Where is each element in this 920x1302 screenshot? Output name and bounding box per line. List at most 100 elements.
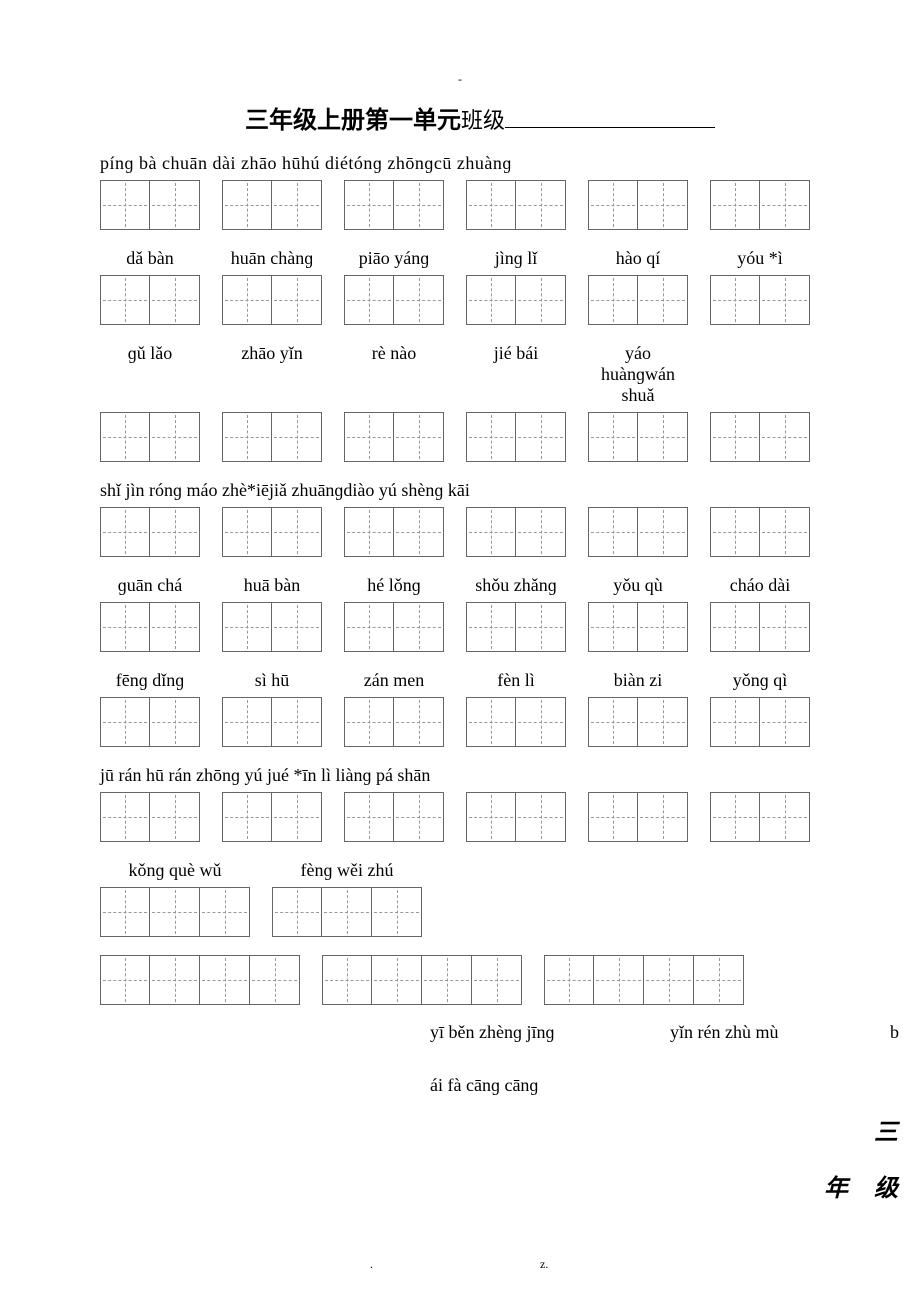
writing-cell[interactable]	[588, 412, 638, 462]
writing-cell[interactable]	[694, 955, 744, 1005]
writing-cell[interactable]	[200, 887, 250, 937]
writing-cell[interactable]	[588, 602, 638, 652]
writing-cell[interactable]	[372, 887, 422, 937]
writing-cell[interactable]	[588, 507, 638, 557]
writing-cell[interactable]	[394, 697, 444, 747]
writing-cell[interactable]	[372, 955, 422, 1005]
writing-cell[interactable]	[588, 792, 638, 842]
writing-cell[interactable]	[422, 955, 472, 1005]
writing-cell[interactable]	[394, 792, 444, 842]
writing-cell[interactable]	[222, 792, 272, 842]
writing-cell[interactable]	[150, 792, 200, 842]
writing-cell[interactable]	[710, 507, 760, 557]
writing-cell[interactable]	[516, 792, 566, 842]
writing-cell[interactable]	[544, 955, 594, 1005]
writing-cell[interactable]	[710, 275, 760, 325]
writing-cell[interactable]	[760, 180, 810, 230]
writing-cell[interactable]	[344, 602, 394, 652]
writing-cell[interactable]	[588, 275, 638, 325]
writing-cell[interactable]	[394, 275, 444, 325]
writing-cell[interactable]	[272, 507, 322, 557]
writing-cell[interactable]	[222, 697, 272, 747]
writing-cell[interactable]	[638, 180, 688, 230]
writing-cell[interactable]	[710, 792, 760, 842]
writing-cell[interactable]	[322, 955, 372, 1005]
writing-cell[interactable]	[272, 792, 322, 842]
writing-cell[interactable]	[760, 412, 810, 462]
writing-cell[interactable]	[516, 602, 566, 652]
writing-cell[interactable]	[100, 180, 150, 230]
title-underline[interactable]	[505, 127, 715, 128]
writing-cell[interactable]	[100, 792, 150, 842]
writing-cell[interactable]	[344, 697, 394, 747]
writing-cell[interactable]	[222, 275, 272, 325]
writing-cell[interactable]	[760, 792, 810, 842]
writing-cell[interactable]	[150, 602, 200, 652]
writing-cell[interactable]	[638, 792, 688, 842]
writing-cell[interactable]	[272, 412, 322, 462]
writing-cell[interactable]	[150, 275, 200, 325]
writing-cell[interactable]	[638, 275, 688, 325]
writing-cell[interactable]	[594, 955, 644, 1005]
writing-cell[interactable]	[150, 412, 200, 462]
writing-cell[interactable]	[272, 275, 322, 325]
writing-cell[interactable]	[150, 697, 200, 747]
writing-cell[interactable]	[222, 180, 272, 230]
writing-cell[interactable]	[760, 507, 810, 557]
writing-cell[interactable]	[638, 602, 688, 652]
writing-cell[interactable]	[466, 792, 516, 842]
writing-cell[interactable]	[394, 507, 444, 557]
writing-cell[interactable]	[466, 507, 516, 557]
writing-cell[interactable]	[344, 792, 394, 842]
writing-cell[interactable]	[344, 275, 394, 325]
writing-cell[interactable]	[100, 507, 150, 557]
writing-cell[interactable]	[466, 275, 516, 325]
writing-cell[interactable]	[466, 180, 516, 230]
writing-cell[interactable]	[588, 180, 638, 230]
writing-cell[interactable]	[516, 412, 566, 462]
writing-cell[interactable]	[250, 955, 300, 1005]
writing-cell[interactable]	[222, 412, 272, 462]
writing-cell[interactable]	[100, 955, 150, 1005]
writing-cell[interactable]	[760, 275, 810, 325]
writing-cell[interactable]	[760, 697, 810, 747]
writing-cell[interactable]	[272, 697, 322, 747]
writing-cell[interactable]	[466, 697, 516, 747]
writing-cell[interactable]	[466, 602, 516, 652]
writing-cell[interactable]	[638, 412, 688, 462]
writing-cell[interactable]	[150, 180, 200, 230]
writing-cell[interactable]	[710, 697, 760, 747]
writing-cell[interactable]	[150, 955, 200, 1005]
writing-cell[interactable]	[150, 887, 200, 937]
writing-cell[interactable]	[344, 507, 394, 557]
writing-cell[interactable]	[200, 955, 250, 1005]
writing-cell[interactable]	[710, 412, 760, 462]
writing-cell[interactable]	[272, 180, 322, 230]
writing-cell[interactable]	[588, 697, 638, 747]
writing-cell[interactable]	[516, 275, 566, 325]
writing-cell[interactable]	[344, 412, 394, 462]
writing-cell[interactable]	[100, 887, 150, 937]
writing-cell[interactable]	[516, 697, 566, 747]
writing-cell[interactable]	[638, 697, 688, 747]
writing-cell[interactable]	[272, 887, 322, 937]
writing-cell[interactable]	[100, 602, 150, 652]
writing-cell[interactable]	[150, 507, 200, 557]
writing-cell[interactable]	[222, 602, 272, 652]
writing-cell[interactable]	[272, 602, 322, 652]
writing-cell[interactable]	[638, 507, 688, 557]
writing-cell[interactable]	[322, 887, 372, 937]
writing-cell[interactable]	[760, 602, 810, 652]
writing-cell[interactable]	[222, 507, 272, 557]
writing-cell[interactable]	[100, 697, 150, 747]
writing-cell[interactable]	[394, 602, 444, 652]
writing-cell[interactable]	[466, 412, 516, 462]
writing-cell[interactable]	[394, 180, 444, 230]
writing-cell[interactable]	[344, 180, 394, 230]
writing-cell[interactable]	[100, 412, 150, 462]
writing-cell[interactable]	[100, 275, 150, 325]
writing-cell[interactable]	[394, 412, 444, 462]
writing-cell[interactable]	[516, 180, 566, 230]
writing-cell[interactable]	[472, 955, 522, 1005]
writing-cell[interactable]	[710, 602, 760, 652]
